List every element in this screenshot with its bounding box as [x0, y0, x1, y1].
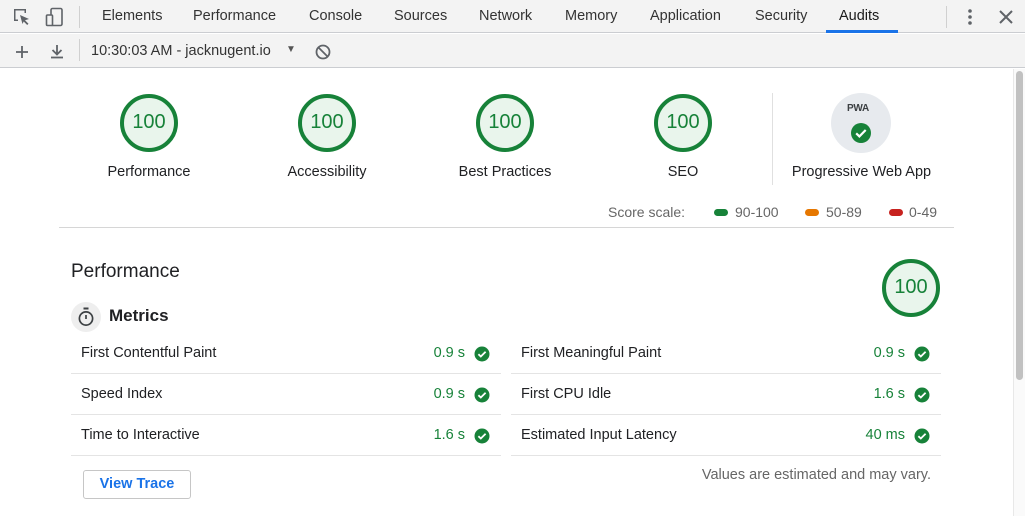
gauge-performance[interactable]: 100 Performance — [59, 69, 239, 189]
pwa-check-icon — [851, 123, 871, 143]
score-range-pass: 90-100 — [735, 204, 779, 220]
toolbar-divider — [79, 39, 80, 61]
close-icon[interactable] — [995, 6, 1017, 28]
pass-check-icon — [474, 428, 490, 444]
pwa-badge-text: PWA — [847, 103, 869, 114]
gauge-seo[interactable]: 100 SEO — [593, 69, 773, 189]
score-range-fail: 0-49 — [909, 204, 938, 220]
tab-application[interactable]: Application — [650, 0, 721, 33]
clear-icon[interactable] — [313, 42, 333, 62]
metric-name: First Contentful Paint — [81, 345, 217, 361]
download-icon[interactable] — [47, 42, 67, 62]
gauge-label: Accessibility — [287, 164, 367, 180]
pass-check-icon — [474, 387, 490, 403]
tab-sources[interactable]: Sources — [394, 0, 447, 33]
tab-security[interactable]: Security — [755, 0, 807, 33]
metric-row: First Contentful Paint 0.9 s — [71, 333, 501, 374]
gauge-accessibility[interactable]: 100 Accessibility — [237, 69, 417, 189]
pass-check-icon — [914, 387, 930, 403]
add-icon[interactable] — [12, 42, 32, 62]
pass-check-icon — [914, 346, 930, 362]
score-range-average: 50-89 — [826, 204, 862, 220]
inspect-element-icon[interactable] — [11, 6, 33, 28]
metric-value: 1.6 s — [873, 386, 905, 402]
tab-divider — [79, 6, 80, 28]
metric-name: First CPU Idle — [521, 386, 612, 402]
audit-report: 100 Performance 100 Accessibility 100 Be… — [0, 69, 1025, 516]
devtools-tab-bar: Elements Performance Console Sources Net… — [0, 0, 1025, 33]
gauge-score: 100 — [310, 111, 344, 133]
performance-gauge-score: 100 — [894, 276, 928, 298]
tab-audits[interactable]: Audits — [839, 0, 879, 33]
active-tab-indicator — [826, 30, 898, 33]
section-title-performance: Performance — [71, 261, 180, 282]
metric-row: Estimated Input Latency 40 ms — [511, 415, 941, 456]
metric-value: 1.6 s — [433, 427, 465, 443]
gauge-score: 100 — [132, 111, 166, 133]
metric-name: Estimated Input Latency — [521, 427, 677, 443]
score-pill-pass — [714, 209, 728, 216]
pass-check-icon — [474, 346, 490, 362]
metric-value: 40 ms — [865, 427, 906, 443]
kebab-menu-icon[interactable] — [959, 6, 981, 28]
gauge-label: SEO — [667, 164, 699, 180]
device-toolbar-icon[interactable] — [44, 6, 66, 28]
tab-divider — [946, 6, 947, 28]
view-trace-button[interactable]: View Trace — [83, 470, 191, 499]
metric-row: Time to Interactive 1.6 s — [71, 415, 501, 456]
metric-value: 0.9 s — [873, 345, 905, 361]
metric-name: Time to Interactive — [81, 427, 200, 443]
metric-row: Speed Index 0.9 s — [71, 374, 501, 415]
caret-down-icon[interactable]: ▼ — [286, 44, 296, 55]
tab-memory[interactable]: Memory — [565, 0, 617, 33]
metrics-heading: Metrics — [109, 306, 169, 325]
gauge-score: 100 — [666, 111, 700, 133]
metric-value: 0.9 s — [433, 345, 465, 361]
gauge-best-practices[interactable]: 100 Best Practices — [415, 69, 595, 189]
pwa-label: Progressive Web App — [791, 164, 932, 180]
metric-name: First Meaningful Paint — [521, 345, 662, 361]
score-scale-label: Score scale: — [608, 204, 686, 220]
report-select[interactable]: 10:30:03 AM - jacknugent.io — [91, 42, 271, 62]
metric-name: Speed Index — [81, 386, 163, 402]
metric-row: First Meaningful Paint 0.9 s — [511, 333, 941, 374]
tab-console[interactable]: Console — [309, 0, 362, 33]
tab-elements[interactable]: Elements — [102, 0, 162, 33]
metric-row: First CPU Idle 1.6 s — [511, 374, 941, 415]
gauge-label: Performance — [107, 164, 191, 180]
scrollbar-thumb[interactable] — [1016, 71, 1023, 380]
gauge-score: 100 — [488, 111, 522, 133]
pass-check-icon — [914, 428, 930, 444]
section-divider — [59, 227, 954, 228]
score-pill-average — [805, 209, 819, 216]
stopwatch-icon — [71, 302, 101, 332]
estimate-note: Values are estimated and may vary. — [701, 467, 931, 483]
audits-toolbar: 10:30:03 AM - jacknugent.io ▼ — [0, 34, 1025, 68]
gauge-label: Best Practices — [458, 164, 552, 180]
metric-value: 0.9 s — [433, 386, 465, 402]
tab-performance[interactable]: Performance — [193, 0, 276, 33]
tab-network[interactable]: Network — [479, 0, 532, 33]
score-pill-fail — [889, 209, 903, 216]
